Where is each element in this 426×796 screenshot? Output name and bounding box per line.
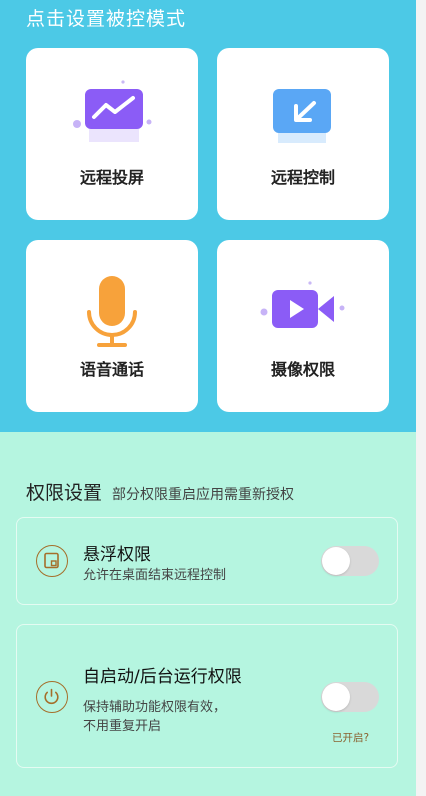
scrollbar[interactable] bbox=[416, 0, 426, 796]
screen-cast-icon bbox=[73, 80, 152, 142]
screen-cast-card[interactable]: 远程投屏 bbox=[26, 48, 198, 220]
app-screen: 点击设置被控模式 远程投屏 远程控制 语音通话 摄像权限 权限设置 部分权限重启… bbox=[0, 0, 416, 796]
permission-header: 权限设置 部分权限重启应用需重新授权 bbox=[26, 478, 294, 505]
floating-permission-toggle[interactable] bbox=[321, 546, 379, 576]
remote-control-card[interactable]: 远程控制 bbox=[217, 48, 389, 220]
voice-call-label: 语音通话 bbox=[79, 360, 144, 379]
already-enabled-link[interactable]: 已开启? bbox=[332, 730, 369, 745]
autostart-permission-card: 自启动/后台运行权限 保持辅助功能权限有效， 不用重复开启 已开启? bbox=[16, 624, 398, 768]
power-icon bbox=[36, 681, 68, 713]
screen-cast-label: 远程投屏 bbox=[79, 168, 144, 187]
autostart-permission-toggle[interactable] bbox=[321, 682, 379, 712]
permission-title: 权限设置 bbox=[26, 482, 103, 504]
toggle-knob bbox=[322, 683, 350, 711]
toggle-knob bbox=[322, 547, 350, 575]
floating-permission-desc: 允许在桌面结束远程控制 bbox=[83, 568, 227, 583]
camera-permission-label: 摄像权限 bbox=[270, 360, 335, 379]
floating-permission-name: 悬浮权限 bbox=[83, 545, 151, 565]
microphone-icon bbox=[87, 276, 137, 347]
voice-call-card[interactable]: 语音通话 bbox=[26, 240, 198, 412]
floating-permission-card: 悬浮权限 允许在桌面结束远程控制 bbox=[16, 517, 398, 605]
autostart-permission-name: 自启动/后台运行权限 bbox=[83, 667, 242, 687]
remote-mode-section: 点击设置被控模式 远程投屏 远程控制 语音通话 摄像权限 bbox=[0, 0, 416, 432]
autostart-permission-desc-line1: 保持辅助功能权限有效， bbox=[83, 700, 227, 715]
autostart-permission-desc-line2: 不用重复开启 bbox=[83, 719, 162, 734]
video-camera-icon bbox=[260, 281, 345, 328]
camera-permission-card[interactable]: 摄像权限 bbox=[217, 240, 389, 412]
section-title: 点击设置被控模式 bbox=[26, 8, 187, 30]
remote-control-icon bbox=[273, 89, 331, 143]
remote-control-label: 远程控制 bbox=[270, 168, 335, 187]
permission-subtitle: 部分权限重启应用需重新授权 bbox=[112, 487, 295, 503]
floating-window-icon bbox=[36, 545, 68, 577]
